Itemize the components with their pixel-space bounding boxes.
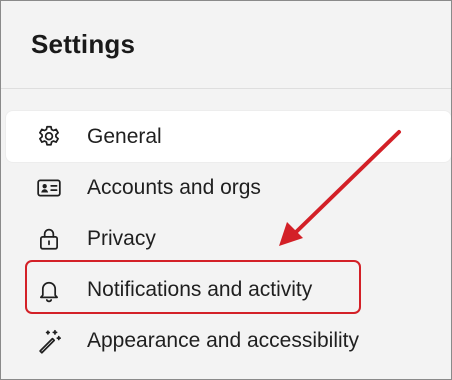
settings-panel: Settings General Accounts and orgs Priva… <box>0 0 452 380</box>
nav-item-appearance-and-accessibility[interactable]: Appearance and accessibility <box>6 315 451 366</box>
nav-label-general: General <box>87 124 162 148</box>
nav-label-privacy: Privacy <box>87 226 156 250</box>
nav-label-notifications-and-activity: Notifications and activity <box>87 277 313 301</box>
nav-label-appearance-and-accessibility: Appearance and accessibility <box>87 328 359 352</box>
gear-icon <box>35 123 63 151</box>
page-title: Settings <box>31 29 136 59</box>
settings-nav: General Accounts and orgs Privacy Notifi… <box>6 111 451 366</box>
nav-item-general[interactable]: General <box>6 111 451 162</box>
nav-label-accounts-and-orgs: Accounts and orgs <box>87 175 261 199</box>
nav-item-notifications-and-activity[interactable]: Notifications and activity <box>6 264 451 315</box>
lock-icon <box>35 225 63 253</box>
bell-icon <box>35 276 63 304</box>
nav-item-privacy[interactable]: Privacy <box>6 213 451 264</box>
magic-wand-icon <box>35 327 63 355</box>
header-divider <box>1 88 451 89</box>
nav-item-accounts-and-orgs[interactable]: Accounts and orgs <box>6 162 451 213</box>
id-card-icon <box>35 174 63 202</box>
